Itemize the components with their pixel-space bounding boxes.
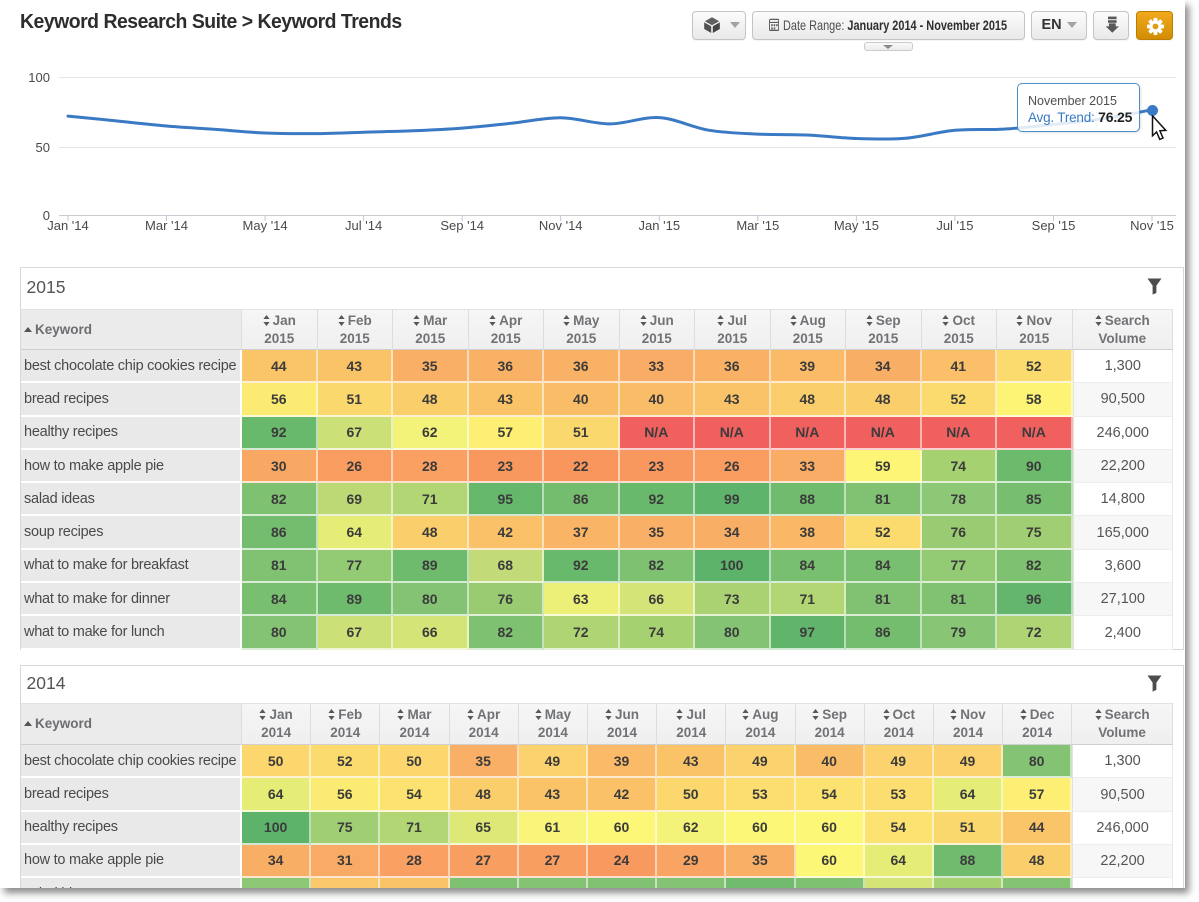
svg-text:100: 100 xyxy=(28,70,50,85)
svg-text:May '15: May '15 xyxy=(834,218,879,233)
svg-text:Jul '14: Jul '14 xyxy=(345,218,382,233)
svg-text:50: 50 xyxy=(36,140,50,155)
svg-text:Sep '14: Sep '14 xyxy=(440,218,484,233)
svg-text:Jul '15: Jul '15 xyxy=(936,218,973,233)
svg-text:Nov '15: Nov '15 xyxy=(1130,218,1174,233)
svg-text:Mar '14: Mar '14 xyxy=(145,218,188,233)
svg-text:Jan '15: Jan '15 xyxy=(639,218,681,233)
svg-text:Sep '15: Sep '15 xyxy=(1032,218,1076,233)
svg-text:May '14: May '14 xyxy=(243,218,288,233)
svg-text:Mar '15: Mar '15 xyxy=(736,218,779,233)
svg-text:Jan '14: Jan '14 xyxy=(47,218,89,233)
svg-text:Nov '14: Nov '14 xyxy=(539,218,583,233)
